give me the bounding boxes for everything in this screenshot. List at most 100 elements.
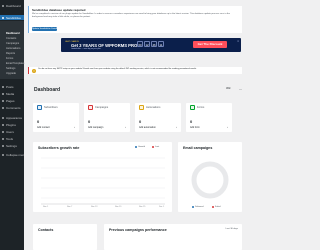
email-campaigns-ring	[191, 161, 229, 199]
legend-label: Failed	[215, 206, 221, 208]
date-range-select[interactable]: 30d	[226, 87, 230, 90]
promo-banner[interactable]: LAST CHANCE Get 3 YEARS OF WPFORMS PRO L…	[61, 38, 241, 52]
sidebar-item-appearance[interactable]: Appearance	[0, 115, 24, 120]
stat-value: 0	[139, 119, 142, 124]
add-form-link[interactable]: Add form	[190, 126, 200, 129]
submenu-item-email-templates[interactable]: Email Templates	[0, 51, 25, 65]
sidebar-item-users[interactable]: Users	[0, 129, 24, 134]
timer-minutes: 46	[151, 41, 157, 47]
legend-label: Delivered	[195, 206, 204, 208]
dashboard-icon	[2, 4, 4, 7]
arrow-right-icon: ›	[176, 126, 177, 129]
sidebar-item-dashboard[interactable]: Dashboard	[0, 3, 24, 8]
email-campaigns-panel: Email campaigns Delivered Failed	[178, 142, 242, 212]
submenu-item-upgrade[interactable]: Upgrade	[0, 61, 24, 75]
sidebar-item-media[interactable]: Media	[0, 91, 24, 96]
settings-icon	[2, 144, 4, 147]
x-tick-label: Nov 1	[43, 206, 49, 208]
stat-card-automations: Automations 0 Add automation ›	[135, 103, 181, 132]
get-discount-button[interactable]: Get The Discount	[193, 41, 227, 48]
stat-card-forms: Forms 0 Add form ›	[186, 103, 232, 132]
stat-label: Automations	[146, 106, 161, 109]
add-campaign-link[interactable]: Add campaign	[88, 126, 103, 129]
brush-icon	[2, 116, 4, 119]
submenu-item-dashboard[interactable]: Dashboard	[0, 21, 24, 35]
subscribers-icon	[37, 105, 42, 110]
notice-title: Sendinblue database update required	[32, 8, 86, 12]
submenu-item-contacts[interactable]: Contacts	[0, 26, 24, 40]
arrow-right-icon: ›	[227, 126, 228, 129]
add-contact-link[interactable]: Add contact	[37, 126, 50, 129]
warning-text: You do not have any SMTP setup on your w…	[38, 68, 197, 70]
sidebar-item-label: Collapse menu	[6, 152, 24, 157]
plugin-icon	[2, 123, 4, 126]
sidebar-item-label: Pages	[6, 98, 15, 103]
sidebar-item-label: Appearance	[6, 115, 23, 120]
wp-admin-page: Dashboard Sendinblue Dashboard Contacts …	[0, 0, 250, 250]
submenu-item-settings[interactable]: Settings	[0, 56, 24, 70]
sidebar-item-label: Tools	[6, 136, 14, 141]
stat-value: 0	[190, 119, 193, 124]
warning-icon: !	[32, 68, 36, 73]
stat-label: Forms	[197, 106, 205, 109]
timer-days: 00	[137, 41, 143, 47]
legend-delivered: Delivered	[192, 206, 203, 208]
page-icon	[2, 99, 4, 102]
more-options-icon[interactable]: ⋯	[238, 87, 243, 91]
submenu-label: Upgrade	[6, 72, 16, 75]
panel-title: Previous campaigns performance	[109, 228, 167, 232]
stat-label: Subscribers	[44, 106, 58, 109]
arrow-right-icon: ›	[125, 126, 126, 129]
contacts-panel: Contacts	[33, 224, 97, 250]
submenu-item-campaigns[interactable]: Campaigns	[0, 31, 24, 45]
page-title: Dashboard	[34, 87, 61, 93]
stat-label: Campaigns	[95, 106, 109, 109]
automations-icon	[139, 105, 144, 110]
update-database-button[interactable]: Update Sendinblue Database	[32, 27, 61, 31]
add-automation-link[interactable]: Add automation	[139, 126, 156, 129]
sidebar-item-label: Plugins	[6, 122, 16, 127]
x-tick-label: Nov 7	[67, 206, 73, 208]
close-icon[interactable]: ×	[237, 39, 239, 43]
sidebar-item-label: Settings	[6, 143, 17, 148]
database-update-notice: Sendinblue database update required We'v…	[28, 6, 242, 33]
submenu-item-reports[interactable]: Reports	[0, 41, 24, 55]
x-tick-label: Dec 1	[159, 206, 165, 208]
panel-title: Contacts	[38, 228, 54, 232]
banner-subtext: Limited offer — save big on your plan	[71, 48, 101, 50]
sidebar-item-label: Sendinblue	[6, 15, 22, 20]
sidebar-item-comments[interactable]: Comments	[0, 105, 24, 110]
ring-track	[191, 161, 229, 199]
sidebar-item-tools[interactable]: Tools	[0, 136, 24, 141]
stat-value: 0	[37, 119, 40, 124]
date-range-select[interactable]: Last 30 days	[226, 228, 238, 230]
sendinblue-icon	[2, 16, 4, 19]
sidebar-item-label: Dashboard	[6, 3, 21, 8]
comment-icon	[2, 106, 4, 109]
media-icon	[2, 92, 4, 95]
x-tick-label: Nov 25	[139, 206, 146, 208]
previous-campaigns-panel: Previous campaigns performance Last 30 d…	[104, 224, 242, 250]
campaigns-icon	[88, 105, 93, 110]
notice-text: We've completed a revision of our plugin…	[32, 13, 230, 18]
sidebar-item-plugins[interactable]: Plugins	[0, 122, 24, 127]
sidebar-item-settings[interactable]: Settings	[0, 143, 24, 148]
x-tick-label: Nov 19	[115, 206, 122, 208]
submenu-item-automations[interactable]: Automations	[0, 36, 24, 50]
wrench-icon	[2, 137, 4, 140]
sidebar-item-label: Users	[6, 129, 14, 134]
stat-card-subscribers: Subscribers 0 Add contact ›	[33, 103, 79, 132]
sidebar-item-posts[interactable]: Posts	[0, 84, 24, 89]
sidebar-item-sendinblue[interactable]: Sendinblue	[0, 15, 24, 20]
legend-swatch	[192, 206, 194, 208]
sidebar-collapse-menu[interactable]: Collapse menu	[0, 152, 24, 157]
smtp-warning-notice: ! You do not have any SMTP setup on your…	[28, 67, 242, 74]
forms-icon	[190, 105, 195, 110]
countdown-timer: 00 12 46 11	[137, 41, 164, 47]
legend-failed: Failed	[212, 206, 220, 208]
pin-icon	[2, 85, 4, 88]
sidebar-item-pages[interactable]: Pages	[0, 98, 24, 103]
submenu-item-forms[interactable]: Forms	[0, 46, 24, 60]
sidebar-item-label: Comments	[6, 105, 21, 110]
legend-swatch	[212, 206, 214, 208]
